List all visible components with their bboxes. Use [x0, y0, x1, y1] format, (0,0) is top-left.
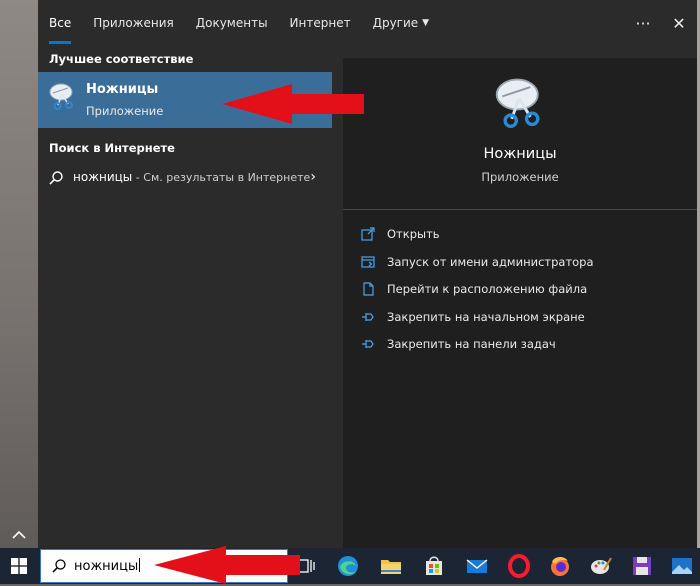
search-input-text: ножницы	[74, 558, 141, 574]
details-title: Ножницы	[483, 146, 557, 162]
file-explorer-icon[interactable]	[377, 552, 405, 580]
snipping-tool-icon	[49, 83, 73, 110]
chevron-right-icon[interactable]: ›	[310, 169, 316, 185]
best-match-type: Приложение	[86, 104, 164, 118]
tab-other[interactable]: Другие ▼	[362, 0, 441, 46]
tab-all[interactable]: Все	[38, 0, 82, 46]
action-label: Закрепить на панели задач	[387, 337, 556, 351]
action-label: Закрепить на начальном экране	[387, 309, 585, 324]
mail-icon[interactable]	[463, 552, 491, 580]
pin-icon	[362, 312, 374, 321]
details-actions: Открыть Запуск от имени администратора П…	[343, 220, 697, 358]
search-icon	[49, 171, 63, 185]
save-icon[interactable]	[628, 552, 656, 580]
action-label: Открыть	[387, 227, 440, 241]
firefox-icon[interactable]	[546, 552, 574, 580]
web-search-item[interactable]: ножницы - См. результаты в Интернете ›	[38, 161, 332, 195]
run-as-admin-action[interactable]: Запуск от имени администратора	[343, 248, 697, 276]
taskbar: ножницы	[0, 548, 700, 584]
paint-icon[interactable]	[587, 552, 615, 580]
tab-internet[interactable]: Интернет	[279, 0, 362, 46]
more-options-button[interactable]: ···	[625, 0, 661, 46]
pin-icon	[362, 340, 374, 348]
edge-icon[interactable]	[334, 552, 362, 580]
windows-logo-icon	[11, 558, 27, 574]
start-button[interactable]	[0, 548, 38, 584]
opera-icon[interactable]	[505, 552, 533, 580]
action-label: Запуск от имени администратора	[387, 254, 594, 269]
file-location-action[interactable]: Перейти к расположению файла	[343, 275, 697, 303]
best-match-name: Ножницы	[86, 82, 159, 97]
open-action[interactable]: Открыть	[343, 220, 697, 248]
details-subtitle: Приложение	[481, 170, 559, 184]
run-as-admin-icon	[361, 255, 375, 268]
tab-apps[interactable]: Приложения	[82, 0, 185, 46]
details-pane: Ножницы Приложение Открыть Запуск от име…	[343, 58, 697, 548]
web-search-heading: Поиск в Интернете	[49, 141, 175, 155]
snipping-tool-icon	[495, 78, 540, 128]
annotation-arrow-top	[222, 84, 364, 124]
store-icon[interactable]	[420, 552, 448, 580]
open-icon	[361, 227, 375, 241]
text-cursor	[139, 558, 141, 572]
annotation-arrow-bottom	[154, 546, 300, 584]
file-location-icon	[363, 282, 374, 296]
best-match-heading: Лучшее соответствие	[49, 52, 194, 66]
top-actions: ··· ✕	[625, 0, 697, 46]
chevron-down-icon: ▼	[422, 18, 430, 28]
photos-icon[interactable]	[668, 552, 696, 580]
details-divider	[343, 209, 697, 210]
scroll-up-icon[interactable]	[2, 520, 36, 548]
desktop-background	[0, 0, 38, 548]
search-panel: Все Приложения Документы Интернет Другие…	[38, 0, 697, 548]
action-label: Перейти к расположению файла	[387, 282, 588, 296]
tab-documents[interactable]: Документы	[185, 0, 279, 46]
pin-start-action[interactable]: Закрепить на начальном экране	[343, 303, 697, 331]
search-icon	[52, 559, 66, 573]
web-search-query: ножницы	[73, 170, 133, 184]
web-search-hint: - См. результаты в Интернете	[132, 171, 311, 184]
web-search-text: ножницы - См. результаты в Интернете	[73, 170, 310, 184]
pin-taskbar-action[interactable]: Закрепить на панели задач	[343, 330, 697, 358]
search-tabs: Все Приложения Документы Интернет Другие…	[38, 0, 697, 46]
close-button[interactable]: ✕	[661, 0, 697, 46]
